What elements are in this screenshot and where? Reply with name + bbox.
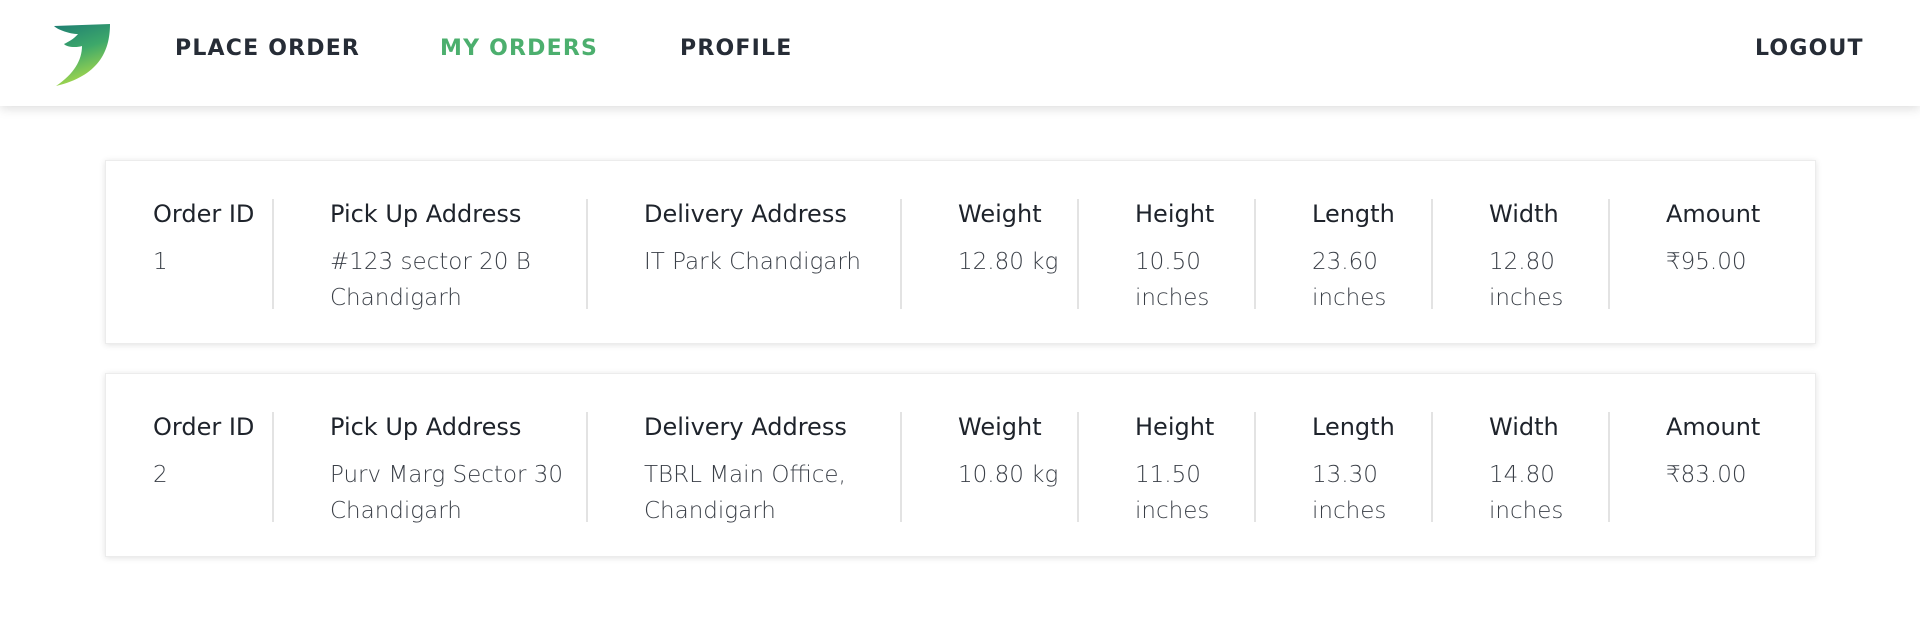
column-divider (1077, 412, 1079, 522)
column-divider (586, 412, 588, 522)
amount-value: ₹95.00 (1666, 249, 1747, 275)
width-field: Width 14.80 inches (1489, 411, 1619, 529)
column-divider (1608, 199, 1610, 309)
pickup-address-label: Pick Up Address (330, 200, 522, 228)
column-divider (900, 412, 902, 522)
length-label: Length (1312, 200, 1395, 228)
nav-profile[interactable]: PROFILE (680, 36, 792, 61)
height-label: Height (1135, 413, 1215, 441)
column-divider (1431, 199, 1433, 309)
column-divider (272, 412, 274, 522)
column-divider (1254, 412, 1256, 522)
order-id-label: Order ID (153, 200, 255, 228)
length-field: Length 23.60 inches (1312, 198, 1442, 316)
height-field: Height 10.50 inches (1135, 198, 1265, 316)
order-card: Order ID 1 Pick Up Address #123 sector 2… (105, 160, 1816, 344)
column-divider (900, 199, 902, 309)
amount-value: ₹83.00 (1666, 462, 1747, 488)
order-id-field: Order ID 2 (153, 411, 283, 493)
column-divider (586, 199, 588, 309)
height-value: 10.50 inches (1135, 249, 1210, 311)
height-field: Height 11.50 inches (1135, 411, 1265, 529)
pickup-address-label: Pick Up Address (330, 413, 522, 441)
length-label: Length (1312, 413, 1395, 441)
column-divider (1608, 412, 1610, 522)
height-value: 11.50 inches (1135, 462, 1210, 524)
length-value: 23.60 inches (1312, 249, 1387, 311)
order-id-field: Order ID 1 (153, 198, 283, 280)
height-label: Height (1135, 200, 1215, 228)
nav-my-orders[interactable]: MY ORDERS (440, 36, 598, 61)
nav-place-order[interactable]: PLACE ORDER (175, 36, 360, 61)
order-id-value: 1 (153, 249, 168, 275)
delivery-address-field: Delivery Address IT Park Chandigarh (644, 198, 894, 280)
width-value: 12.80 inches (1489, 249, 1564, 311)
delivery-address-label: Delivery Address (644, 413, 847, 441)
amount-field: Amount ₹83.00 (1666, 411, 1796, 493)
logout-button[interactable]: LOGOUT (1755, 36, 1864, 61)
order-id-label: Order ID (153, 413, 255, 441)
pickup-address-value: Purv Marg Sector 30 Chandigarh (330, 462, 564, 524)
amount-label: Amount (1666, 200, 1761, 228)
length-value: 13.30 inches (1312, 462, 1387, 524)
delivery-address-label: Delivery Address (644, 200, 847, 228)
width-label: Width (1489, 413, 1559, 441)
width-label: Width (1489, 200, 1559, 228)
top-navbar: PLACE ORDER MY ORDERS PROFILE LOGOUT (0, 0, 1920, 106)
column-divider (1077, 199, 1079, 309)
order-card: Order ID 2 Pick Up Address Purv Marg Sec… (105, 373, 1816, 557)
length-field: Length 13.30 inches (1312, 411, 1442, 529)
pickup-address-value: #123 sector 20 B Chandigarh (330, 249, 531, 311)
amount-field: Amount ₹95.00 (1666, 198, 1796, 280)
pickup-address-field: Pick Up Address #123 sector 20 B Chandig… (330, 198, 580, 316)
column-divider (1431, 412, 1433, 522)
width-field: Width 12.80 inches (1489, 198, 1619, 316)
width-value: 14.80 inches (1489, 462, 1564, 524)
pickup-address-field: Pick Up Address Purv Marg Sector 30 Chan… (330, 411, 580, 529)
leaf-logo-icon[interactable] (52, 24, 112, 86)
amount-label: Amount (1666, 413, 1761, 441)
delivery-address-value: IT Park Chandigarh (644, 249, 861, 275)
delivery-address-field: Delivery Address TBRL Main Office, Chand… (644, 411, 894, 529)
delivery-address-value: TBRL Main Office, Chandigarh (644, 462, 846, 524)
order-id-value: 2 (153, 462, 168, 488)
column-divider (1254, 199, 1256, 309)
column-divider (272, 199, 274, 309)
